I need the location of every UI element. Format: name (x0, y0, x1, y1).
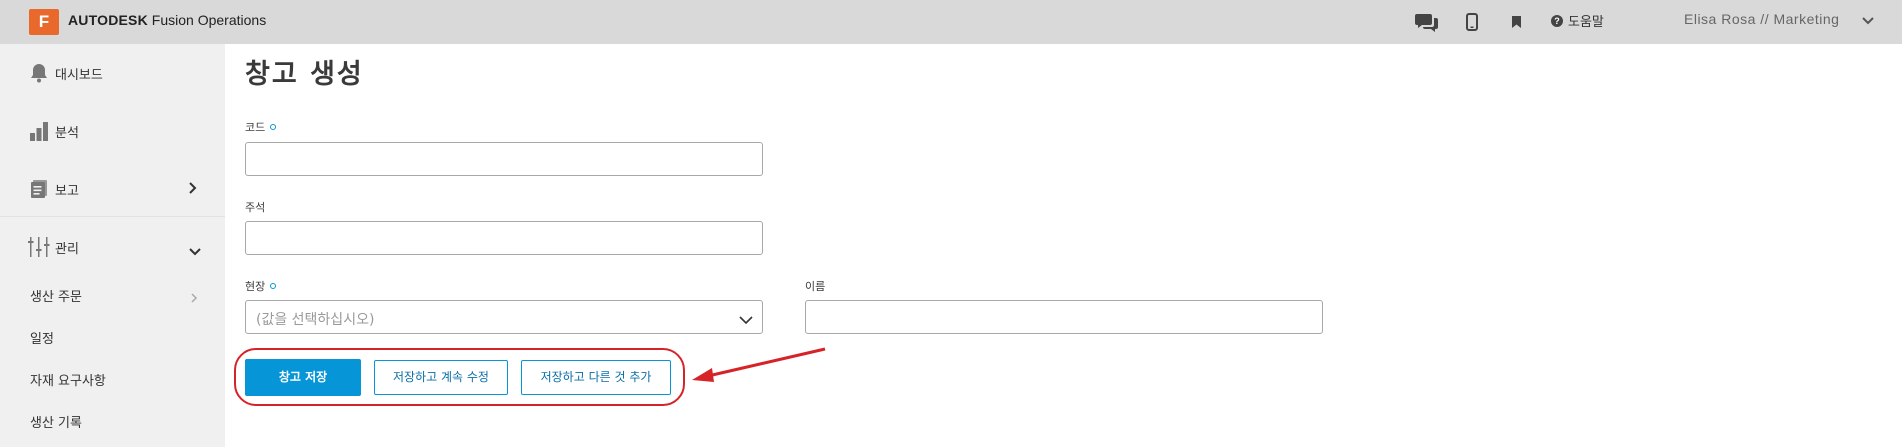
note-label: 주석 (245, 199, 265, 215)
brand-title: AUTODESK Fusion Operations (68, 12, 266, 28)
user-menu[interactable]: Elisa Rosa // Marketing (1684, 11, 1839, 27)
sidebar-subitem-production-orders[interactable]: 생산 주문 (30, 286, 82, 305)
sidebar-item-analysis[interactable]: 분석 (0, 102, 225, 160)
chevron-right-icon (188, 180, 198, 199)
sidebar: 대시보드 분석 보고 관리 생산 주문 일정 자재 요구사항 생산 기록 (0, 44, 225, 447)
mobile-icon[interactable] (1460, 10, 1484, 34)
code-label-text: 코드 (245, 121, 266, 134)
required-indicator-icon (270, 124, 277, 130)
brand-product: Fusion Operations (151, 12, 267, 28)
code-label: 코드 (245, 119, 277, 135)
bar-chart-icon (28, 120, 50, 142)
bell-icon (28, 62, 50, 84)
code-input[interactable] (245, 142, 763, 176)
sidebar-item-label: 보고 (55, 183, 79, 199)
chevron-down-icon[interactable] (1861, 13, 1875, 32)
name-label: 이름 (805, 278, 825, 294)
required-indicator-icon (270, 283, 277, 289)
sidebar-item-label: 분석 (55, 125, 79, 141)
chevron-down-icon (188, 242, 202, 261)
sidebar-item-label: 관리 (55, 241, 79, 257)
sidebar-subitem-material-requirements[interactable]: 자재 요구사항 (30, 370, 106, 389)
sliders-icon (28, 236, 50, 258)
site-label: 현장 (245, 278, 277, 294)
sidebar-item-management[interactable]: 관리 (0, 218, 225, 276)
sidebar-subitem-schedule[interactable]: 일정 (30, 328, 54, 347)
report-icon (28, 178, 50, 200)
top-bar: F AUTODESK Fusion Operations ? 도움말 Elisa… (0, 0, 1902, 44)
chevron-right-icon (190, 289, 198, 308)
bookmark-icon[interactable] (1504, 10, 1528, 34)
name-input[interactable] (805, 300, 1323, 334)
note-label-text: 주석 (245, 201, 266, 214)
site-label-text: 현장 (245, 280, 266, 293)
fusion-logo[interactable]: F (29, 9, 59, 35)
brand-autodesk: AUTODESK (68, 12, 148, 28)
site-select-placeholder: (값을 선택하십시오) (256, 312, 375, 328)
chevron-down-icon (738, 311, 754, 330)
sidebar-item-dashboard[interactable]: 대시보드 (0, 44, 225, 102)
sidebar-divider (0, 216, 225, 217)
help-menu[interactable]: ? 도움말 (1551, 11, 1604, 30)
site-select[interactable]: (값을 선택하십시오) (245, 300, 763, 334)
page-title: 창고 생성 (245, 59, 364, 90)
sidebar-subitem-production-records[interactable]: 생산 기록 (30, 412, 82, 431)
annotation-highlight-oval (234, 348, 685, 406)
note-input[interactable] (245, 221, 763, 255)
name-label-text: 이름 (805, 280, 826, 293)
sidebar-item-reports[interactable]: 보고 (0, 160, 225, 218)
help-icon: ? (1551, 14, 1563, 27)
annotation-arrow-icon (692, 347, 826, 382)
help-label: 도움말 (1568, 15, 1604, 30)
chat-icon[interactable] (1415, 10, 1439, 34)
sidebar-item-label: 대시보드 (55, 67, 103, 83)
